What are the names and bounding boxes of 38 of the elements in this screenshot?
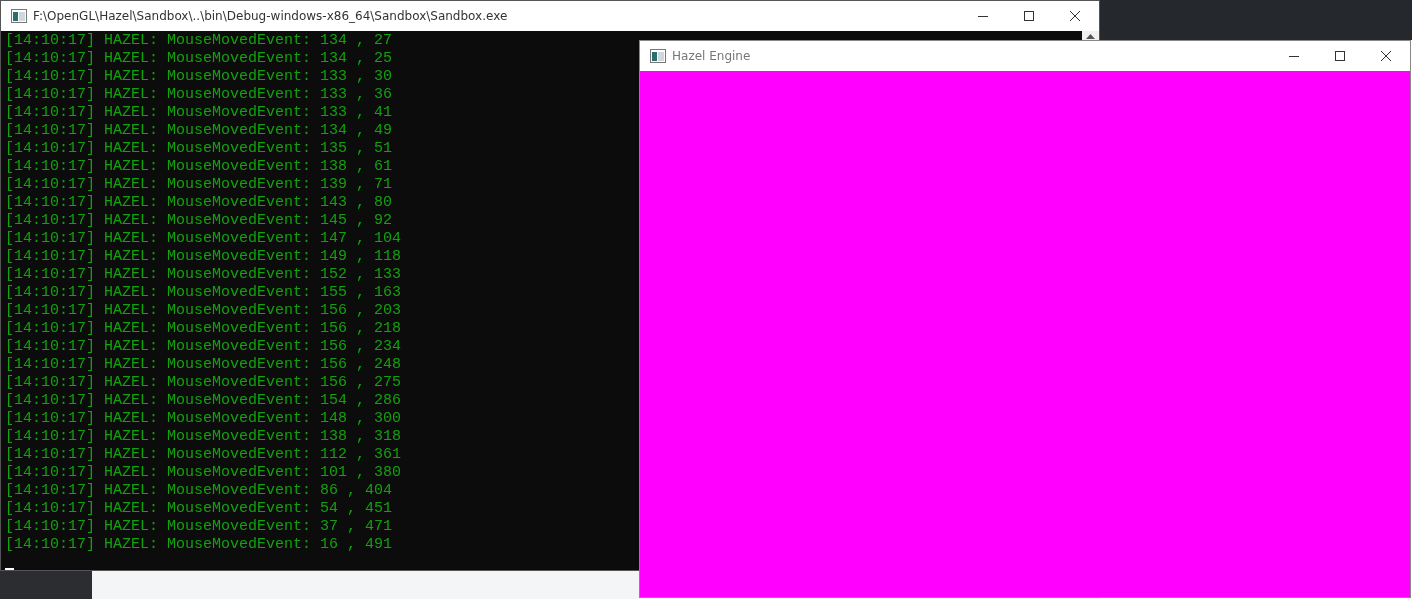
log-line: [14:10:17] HAZEL: MouseMovedEvent: 139 , 71	[5, 176, 393, 194]
log-line: [14:10:17] HAZEL: MouseMovedEvent: 152 , 133	[5, 266, 402, 284]
log-line: [14:10:17] HAZEL: MouseMovedEvent: 138 , 61	[5, 158, 393, 176]
log-line: [14:10:17] HAZEL: MouseMovedEvent: 112 , 361	[5, 446, 402, 464]
log-line: [14:10:17] HAZEL: MouseMovedEvent: 149 , 118	[5, 248, 402, 266]
log-line: [14:10:17] HAZEL: MouseMovedEvent: 16 , 491	[5, 536, 393, 554]
log-line: [14:10:17] HAZEL: MouseMovedEvent: 147 , 104	[5, 230, 402, 248]
log-line: [14:10:17] HAZEL: MouseMovedEvent: 133 , 30	[5, 68, 393, 86]
log-line: [14:10:17] HAZEL: MouseMovedEvent: 156 , 248	[5, 356, 402, 374]
log-line: [14:10:17] HAZEL: MouseMovedEvent: 86 , 404	[5, 482, 393, 500]
log-line: [14:10:17] HAZEL: MouseMovedEvent: 156 , 203	[5, 302, 402, 320]
log-line: [14:10:17] HAZEL: MouseMovedEvent: 143 , 80	[5, 194, 393, 212]
log-line: [14:10:17] HAZEL: MouseMovedEvent: 156 , 218	[5, 320, 402, 338]
log-line: [14:10:17] HAZEL: MouseMovedEvent: 155 , 163	[5, 284, 402, 302]
log-line: [14:10:17] HAZEL: MouseMovedEvent: 135 , 51	[5, 140, 393, 158]
log-line: [14:10:17] HAZEL: MouseMovedEvent: 133 , 41	[5, 104, 393, 122]
log-line: [14:10:17] HAZEL: MouseMovedEvent: 134 , 27	[5, 32, 393, 50]
log-line: [14:10:17] HAZEL: MouseMovedEvent: 133 , 36	[5, 86, 393, 104]
log-line: [14:10:17] HAZEL: MouseMovedEvent: 154 , 286	[5, 392, 402, 410]
log-line: [14:10:17] HAZEL: MouseMovedEvent: 134 , 25	[5, 50, 393, 68]
window-title: F:\OpenGL\Hazel\Sandbox\..\bin\Debug-windows-x86_64\Sandbox\Sandbox.exe	[33, 9, 508, 23]
console-app-icon	[11, 9, 27, 23]
log-line: [14:10:17] HAZEL: MouseMovedEvent: 148 , 300	[5, 410, 402, 428]
close-icon[interactable]	[1380, 50, 1392, 62]
log-line: [14:10:17] HAZEL: MouseMovedEvent: 138 , 318	[5, 428, 402, 446]
log-line: [14:10:17] HAZEL: MouseMovedEvent: 156 , 234	[5, 338, 402, 356]
log-line: [14:10:17] HAZEL: MouseMovedEvent: 145 , 92	[5, 212, 393, 230]
maximize-icon[interactable]	[1023, 10, 1035, 22]
window-title: Hazel Engine	[672, 49, 751, 63]
maximize-icon[interactable]	[1334, 50, 1346, 62]
log-line: [14:10:17] HAZEL: MouseMovedEvent: 101 , 380	[5, 464, 402, 482]
window-app-icon	[650, 49, 666, 63]
scrollbar[interactable]	[1082, 31, 1099, 40]
close-icon[interactable]	[1069, 10, 1081, 22]
log-line: [14:10:17] HAZEL: MouseMovedEvent: 134 , 49	[5, 122, 393, 140]
log-line: [14:10:17] HAZEL: MouseMovedEvent: 156 , 275	[5, 374, 402, 392]
log-line: [14:10:17] HAZEL: MouseMovedEvent: 54 , 451	[5, 500, 393, 518]
log-line: [14:10:17] HAZEL: MouseMovedEvent: 37 , 471	[5, 518, 393, 536]
